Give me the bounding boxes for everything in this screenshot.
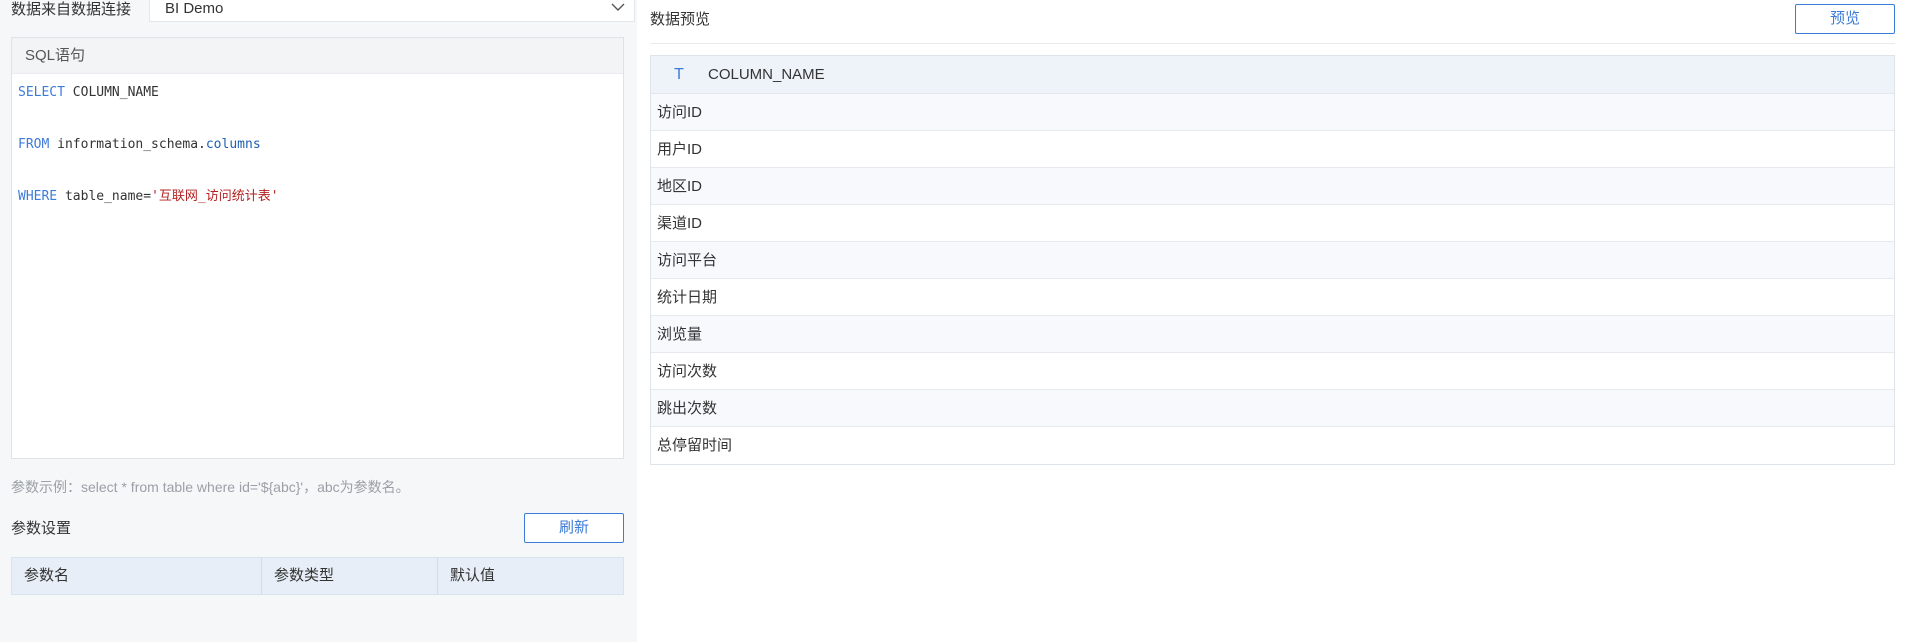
- connection-label: 数据来自数据连接: [11, 1, 132, 18]
- table-row[interactable]: 访问次数: [651, 353, 1894, 390]
- param-hint: 参数示例：select * from table where id='${abc…: [11, 479, 410, 495]
- table-row[interactable]: 地区ID: [651, 168, 1894, 205]
- sql-text: information_schema.: [49, 137, 206, 152]
- data-preview-panel: 数据预览 预览 T COLUMN_NAME 访问ID 用户ID 地区ID 渠道I…: [637, 0, 1905, 642]
- chevron-down-icon: [611, 3, 625, 11]
- sql-editor[interactable]: SELECT COLUMN_NAME FROM information_sche…: [12, 74, 623, 212]
- sql-text: COLUMN_NAME: [64, 85, 159, 100]
- sql-editor-panel: 数据来自数据连接 BI Demo SQL语句 SELECT COLUMN_NAM…: [0, 0, 637, 642]
- connection-select[interactable]: BI Demo: [149, 0, 635, 22]
- param-table-header: 参数名 参数类型 默认值: [11, 557, 624, 595]
- table-row[interactable]: 访问ID: [651, 94, 1894, 131]
- text-type-icon: T: [674, 65, 684, 83]
- column-header-label: COLUMN_NAME: [708, 66, 825, 83]
- preview-title: 数据预览: [650, 11, 711, 28]
- sql-box: SQL语句 SELECT COLUMN_NAME FROM informatio…: [11, 37, 624, 459]
- preview-button[interactable]: 预览: [1795, 4, 1895, 34]
- sql-text: table_name=: [57, 189, 152, 204]
- sql-identifier: columns: [205, 137, 261, 152]
- table-row[interactable]: 用户ID: [651, 131, 1894, 168]
- connection-selected-value: BI Demo: [165, 0, 224, 17]
- grid-body: 访问ID 用户ID 地区ID 渠道ID 访问平台 统计日期 浏览量 访问次数 跳…: [651, 94, 1894, 464]
- connection-row: 数据来自数据连接 BI Demo: [11, 0, 635, 22]
- table-row[interactable]: 统计日期: [651, 279, 1894, 316]
- sql-blank-line: [18, 108, 623, 134]
- param-settings-title: 参数设置: [11, 520, 72, 537]
- sql-line-from: FROM information_schema.columns: [18, 134, 623, 160]
- table-row[interactable]: 访问平台: [651, 242, 1894, 279]
- table-row[interactable]: 总停留时间: [651, 427, 1894, 464]
- sql-string-literal: '互联网_访问统计表': [151, 189, 279, 204]
- grid-header[interactable]: T COLUMN_NAME: [651, 56, 1894, 94]
- divider: [650, 43, 1895, 44]
- sql-keyword: WHERE: [18, 189, 58, 204]
- table-row[interactable]: 渠道ID: [651, 205, 1894, 242]
- sql-keyword: FROM: [18, 137, 50, 152]
- sql-line-where: WHERE table_name='互联网_访问统计表': [18, 186, 623, 212]
- refresh-button[interactable]: 刷新: [524, 513, 624, 543]
- sql-blank-line: [18, 160, 623, 186]
- sql-line-select: SELECT COLUMN_NAME: [18, 82, 623, 108]
- table-row[interactable]: 浏览量: [651, 316, 1894, 353]
- param-col-type: 参数类型: [262, 558, 438, 594]
- param-col-name: 参数名: [12, 558, 262, 594]
- sql-keyword: SELECT: [18, 85, 65, 100]
- sql-header: SQL语句: [12, 38, 623, 74]
- table-row[interactable]: 跳出次数: [651, 390, 1894, 427]
- param-col-default: 默认值: [450, 567, 496, 584]
- preview-grid: T COLUMN_NAME 访问ID 用户ID 地区ID 渠道ID 访问平台 统…: [650, 55, 1895, 465]
